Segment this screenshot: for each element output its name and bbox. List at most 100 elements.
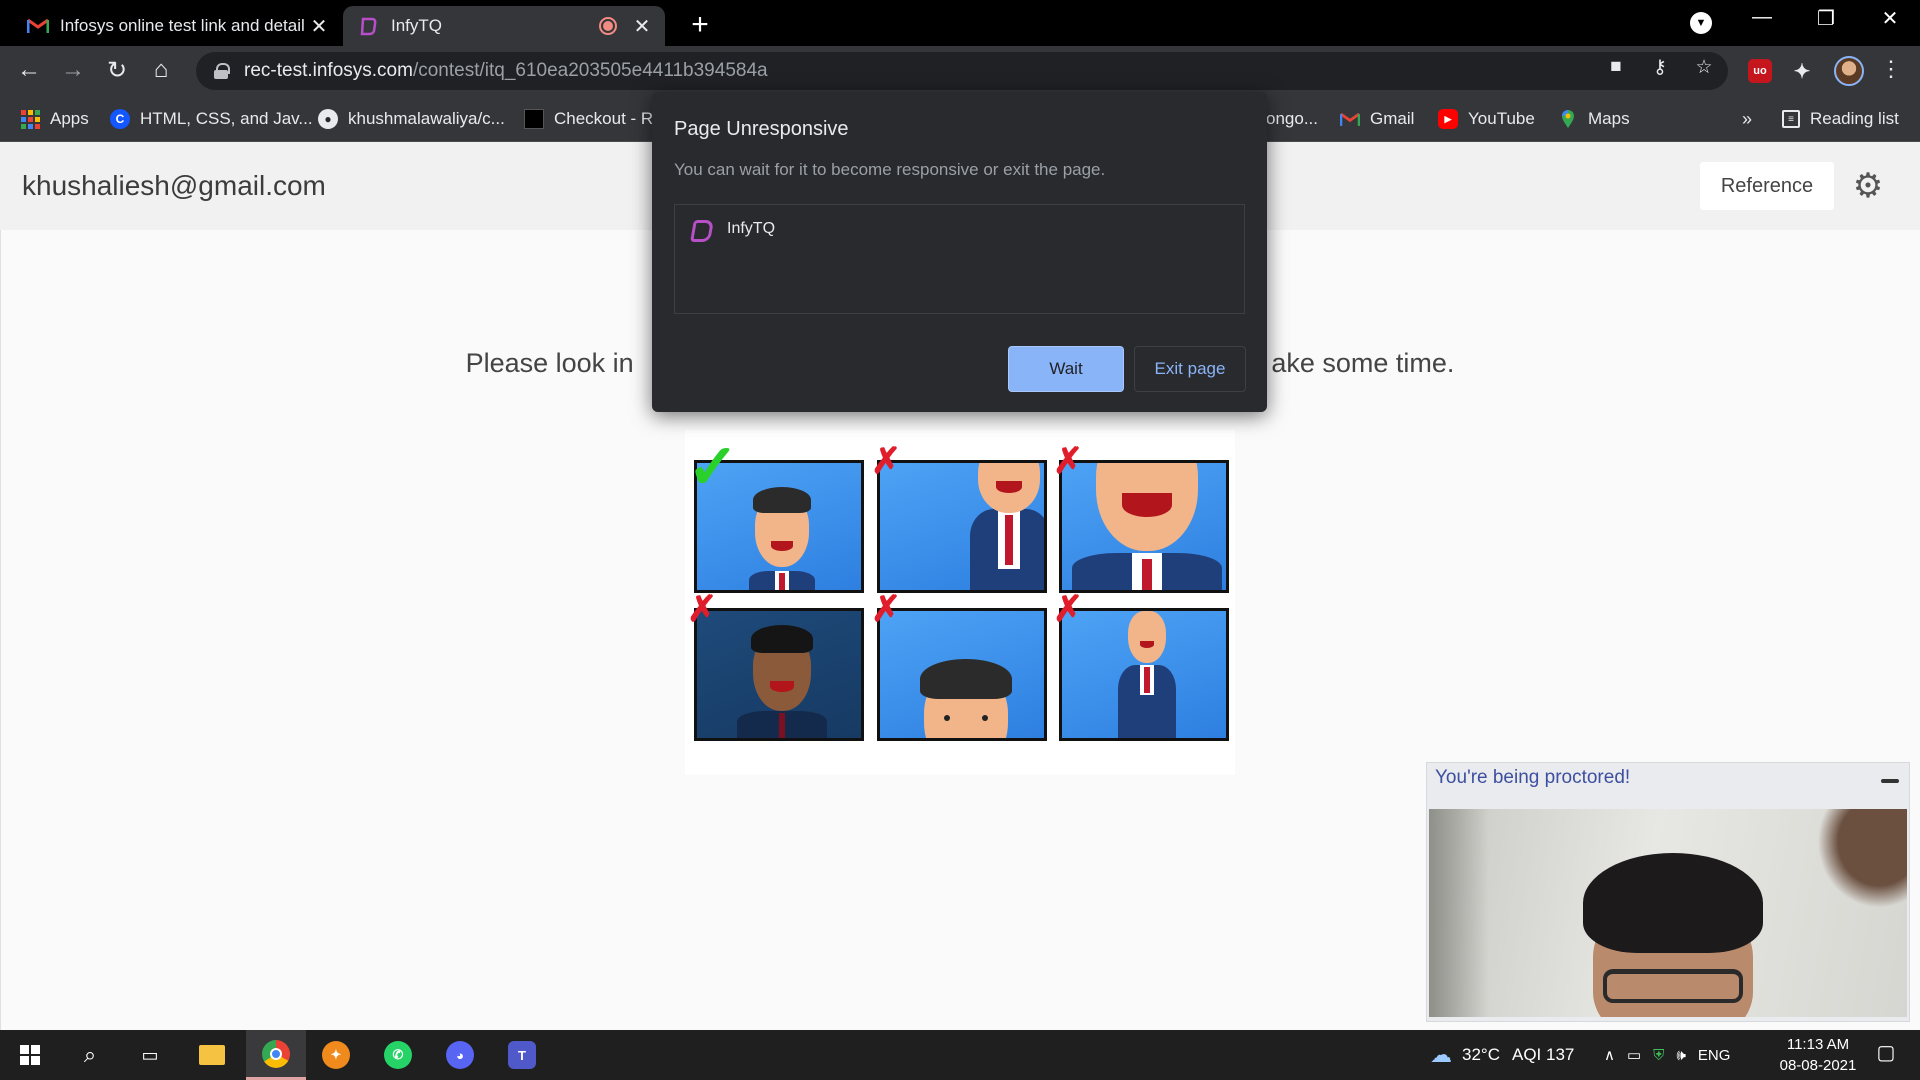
bookmarks-overflow-button[interactable]: »	[1742, 105, 1752, 133]
frame-too-far	[1059, 608, 1229, 741]
camera-positioning-illustration: ✓ ✗ ✗ ✗ ✗ ✗	[685, 430, 1235, 775]
discord-icon[interactable]: ◕	[430, 1030, 490, 1080]
infytq-icon	[357, 16, 381, 36]
tab-search-icon[interactable]: ▼	[1690, 12, 1712, 34]
proctor-widget: You're being proctored!	[1426, 762, 1910, 1022]
reload-icon[interactable]: ↻	[100, 56, 134, 85]
bookmark-maps[interactable]: Maps	[1558, 105, 1630, 133]
cross-icon: ✗	[687, 588, 718, 629]
bookmark-label: Gmail	[1370, 109, 1415, 128]
language-indicator[interactable]: ENG	[1698, 1047, 1731, 1064]
maps-icon	[1558, 109, 1578, 129]
extensions-icon[interactable]: ✦	[1790, 59, 1814, 83]
bookmark-checkout[interactable]: Checkout - R	[524, 105, 653, 133]
url-host: rec-test.infosys.com	[244, 60, 413, 81]
close-window-button[interactable]: ✕	[1870, 6, 1910, 31]
bookmark-codecademy[interactable]: C HTML, CSS, and Jav...	[110, 105, 313, 133]
bookmark-mongo[interactable]: ongo...	[1266, 105, 1318, 133]
close-tab-icon[interactable]: ✕	[310, 14, 328, 39]
bookmark-label: ongo...	[1266, 109, 1318, 128]
reference-button[interactable]: Reference	[1700, 162, 1834, 210]
webcam-feed	[1429, 809, 1907, 1017]
new-tab-button[interactable]: +	[684, 8, 716, 42]
bookmark-github[interactable]: ● khushmalawaliya/c...	[318, 105, 505, 133]
list-item: InfyTQ	[691, 219, 775, 239]
checkmark-icon: ✓	[687, 433, 739, 502]
frame-too-low	[877, 608, 1047, 741]
gmail-icon	[26, 16, 50, 36]
bookmark-gmail[interactable]: Gmail	[1340, 105, 1414, 133]
menu-icon[interactable]: ⋮	[1880, 56, 1902, 82]
infytq-icon	[691, 219, 711, 239]
frame-too-high	[877, 460, 1047, 593]
volume-icon[interactable]: 🕪	[1676, 1047, 1685, 1064]
bookmark-label: Apps	[50, 109, 89, 128]
wait-button[interactable]: Wait	[1008, 346, 1124, 392]
bookmark-apps[interactable]: Apps	[20, 105, 89, 133]
reading-list-button[interactable]: ≡ Reading list	[1782, 105, 1899, 133]
tab-gmail[interactable]: Infosys online test link and detail ✕	[12, 6, 342, 46]
profile-avatar[interactable]	[1834, 56, 1864, 86]
bookmark-label: YouTube	[1468, 109, 1535, 128]
tab-infytq[interactable]: InfyTQ ✕	[343, 6, 665, 46]
teams-icon[interactable]: T	[492, 1030, 552, 1080]
file-explorer-icon[interactable]	[182, 1030, 242, 1080]
page-name: InfyTQ	[727, 220, 776, 237]
aqi: AQI 137	[1511, 1045, 1575, 1064]
page-icon	[524, 109, 544, 129]
minimize-button[interactable]: —	[1742, 6, 1782, 29]
frame-too-close	[1059, 460, 1229, 593]
apps-grid-icon	[20, 109, 40, 129]
unresponsive-pages-list: InfyTQ	[674, 204, 1245, 314]
battery-icon[interactable]: ▭	[1627, 1046, 1641, 1064]
youtube-icon: ▶	[1438, 109, 1458, 129]
start-button[interactable]	[0, 1030, 60, 1080]
chevron-up-icon[interactable]: ∧	[1604, 1046, 1615, 1064]
fl-studio-icon[interactable]: ✦	[306, 1030, 366, 1080]
search-icon[interactable]: ⌕	[60, 1030, 120, 1080]
home-icon[interactable]: ⌂	[144, 56, 178, 84]
windows-icon	[20, 1045, 40, 1065]
address-bar[interactable]: rec-test.infosys.com/contest/itq_610ea20…	[196, 52, 1728, 90]
key-icon[interactable]: ⚷	[1646, 56, 1674, 79]
tab-strip: Infosys online test link and detail ✕ In…	[0, 0, 1920, 46]
chrome-icon[interactable]	[246, 1030, 306, 1080]
user-email: khushaliesh@gmail.com	[22, 170, 326, 201]
gmail-icon	[1340, 109, 1360, 129]
proctor-title: You're being proctored!	[1435, 767, 1631, 788]
minimize-icon[interactable]	[1881, 779, 1899, 783]
reading-list-label: Reading list	[1810, 109, 1899, 128]
recording-icon	[599, 17, 617, 35]
time: 11:13 AM	[1786, 1036, 1850, 1053]
whatsapp-icon[interactable]: ✆	[368, 1030, 428, 1080]
lock-icon[interactable]	[214, 63, 230, 79]
weather-widget[interactable]: ☁ 32°C AQI 137	[1430, 1030, 1574, 1080]
dialog-title: Page Unresponsive	[674, 118, 849, 140]
bookmark-youtube[interactable]: ▶ YouTube	[1438, 105, 1535, 133]
forward-icon[interactable]: →	[56, 56, 90, 84]
close-tab-icon[interactable]: ✕	[633, 14, 651, 39]
exit-page-button[interactable]: Exit page	[1134, 346, 1246, 392]
browser-toolbar: ← → ↻ ⌂ rec-test.infosys.com/contest/itq…	[0, 46, 1920, 96]
star-icon[interactable]: ☆	[1690, 56, 1718, 79]
task-view-icon[interactable]: ▭	[120, 1030, 180, 1080]
security-icon[interactable]: ⛨	[1653, 1047, 1664, 1064]
camera-icon[interactable]: ■	[1602, 56, 1630, 78]
ublock-icon[interactable]: uo	[1748, 59, 1772, 83]
back-icon[interactable]: ←	[12, 56, 46, 84]
tab-title: Infosys online test link and detail	[60, 16, 305, 35]
cloud-icon: ☁	[1430, 1042, 1452, 1067]
bookmark-label: HTML, CSS, and Jav...	[140, 109, 313, 128]
date: 08-08-2021	[1779, 1057, 1857, 1074]
restore-button[interactable]: ❐	[1806, 6, 1846, 31]
notifications-icon[interactable]: ▢	[1866, 1040, 1906, 1070]
clock[interactable]: 11:13 AM 08-08-2021	[1758, 1034, 1878, 1076]
taskbar: ⌕ ▭ ✦ ✆ ◕ T ☁ 32°C AQI 137 ∧ ▭ ⛨ 🕪 ENG 1…	[0, 1030, 1920, 1080]
bookmark-label: Maps	[1588, 109, 1630, 128]
cross-icon: ✗	[1053, 440, 1084, 481]
tab-title: InfyTQ	[391, 16, 443, 35]
github-icon: ●	[318, 109, 338, 129]
url-path: /contest/itq_610ea203505e4411b394584a	[412, 60, 768, 81]
dialog-message: You can wait for it to become responsive…	[674, 160, 1106, 179]
gear-icon[interactable]: ⚙	[1852, 169, 1884, 203]
